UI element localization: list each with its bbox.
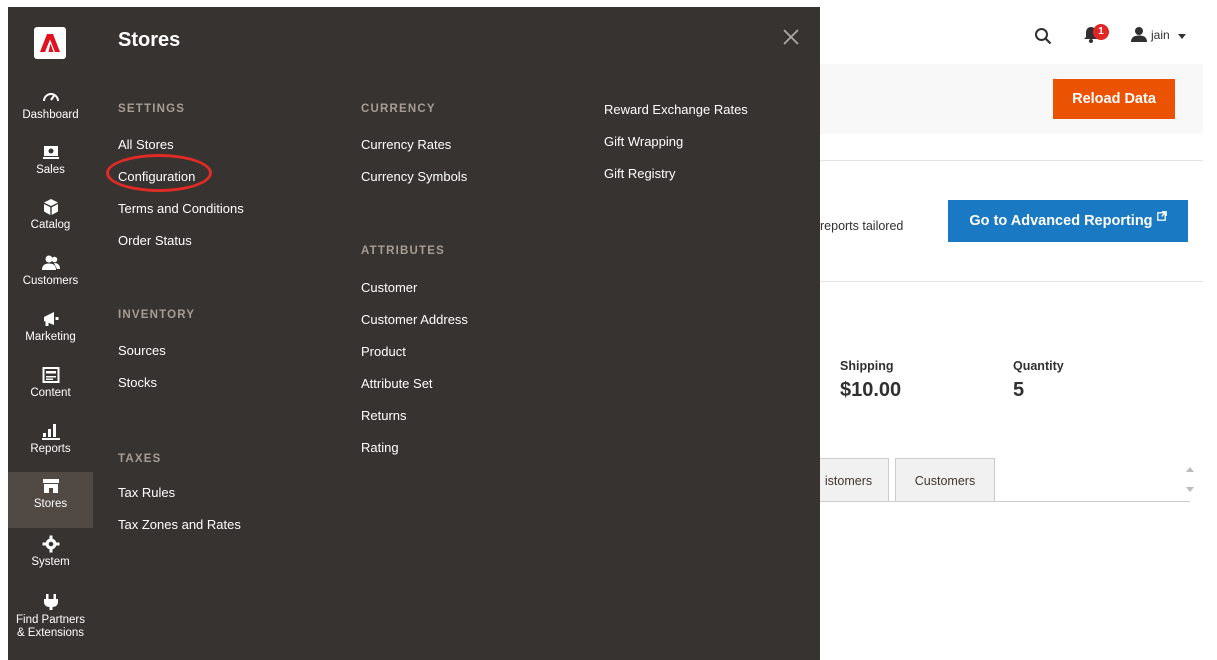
nav-item-customers[interactable]: Customers: [8, 252, 93, 306]
menu-item-product[interactable]: Product: [361, 344, 406, 359]
content-icon: [42, 367, 59, 383]
menu-item-returns[interactable]: Returns: [361, 408, 407, 423]
nav-label: Reports: [30, 443, 71, 455]
admin-window: 1 jain Reload Data reports tailored Go t…: [8, 7, 1203, 660]
nav-item-system[interactable]: System: [8, 533, 93, 587]
nav-item-reports[interactable]: Reports: [8, 420, 93, 474]
scroll-up-icon[interactable]: [1186, 467, 1194, 472]
advanced-reporting-button[interactable]: Go to Advanced Reporting: [948, 200, 1188, 242]
menu-item-stocks[interactable]: Stocks: [118, 375, 157, 390]
menu-item-currency-rates[interactable]: Currency Rates: [361, 137, 451, 152]
menu-item-reward-exchange-rates[interactable]: Reward Exchange Rates: [604, 102, 748, 117]
tabs-divider: [820, 501, 1190, 502]
stores-icon: [42, 479, 59, 493]
adobe-logo[interactable]: [34, 27, 66, 59]
search-icon[interactable]: [1034, 27, 1052, 45]
reports-icon: [41, 424, 60, 440]
chevron-down-icon[interactable]: [1178, 34, 1186, 39]
divider: [820, 281, 1203, 282]
nav-label: Customers: [22, 275, 79, 287]
menu-item-currency-symbols[interactable]: Currency Symbols: [361, 169, 467, 184]
customers-icon: [41, 255, 60, 270]
external-link-icon: [1156, 211, 1167, 221]
nav-label: Content: [30, 387, 71, 399]
tab-customers-partial[interactable]: istomers: [808, 458, 889, 502]
reload-data-button[interactable]: Reload Data: [1053, 79, 1175, 119]
tab-customers[interactable]: Customers: [895, 458, 995, 502]
shipping-label: Shipping: [840, 359, 894, 373]
menu-item-rating[interactable]: Rating: [361, 440, 399, 455]
sales-icon: [42, 146, 59, 159]
quantity-label: Quantity: [1013, 359, 1064, 373]
nav-label: System: [31, 556, 70, 568]
user-icon[interactable]: [1131, 26, 1147, 42]
nav-item-partners[interactable]: Find Partners & Extensions: [8, 591, 93, 657]
panel-title: Stores: [118, 29, 181, 51]
menu-item-attribute-set[interactable]: Attribute Set: [361, 376, 433, 391]
user-name[interactable]: jain: [1151, 28, 1170, 42]
shipping-value: $10.00: [840, 379, 902, 401]
section-title-settings: SETTINGS: [118, 103, 186, 115]
menu-item-order-status[interactable]: Order Status: [118, 233, 192, 248]
dashboard-icon: [42, 93, 59, 102]
nav-label: Dashboard: [22, 109, 79, 121]
menu-item-customer-address[interactable]: Customer Address: [361, 312, 468, 327]
advanced-reporting-text: reports tailored: [820, 219, 904, 233]
menu-item-tax-rules[interactable]: Tax Rules: [118, 485, 175, 500]
menu-item-sources[interactable]: Sources: [118, 343, 166, 358]
nav-item-dashboard[interactable]: Dashboard: [8, 86, 93, 140]
menu-item-tax-zones-and-rates[interactable]: Tax Zones and Rates: [118, 517, 241, 532]
menu-item-terms-and-conditions[interactable]: Terms and Conditions: [118, 201, 244, 216]
menu-item-gift-wrapping[interactable]: Gift Wrapping: [604, 134, 683, 149]
divider: [820, 160, 1203, 161]
section-title-inventory: INVENTORY: [118, 309, 196, 321]
nav-label: Catalog: [30, 219, 71, 231]
stores-menu-panel: Stores SETTINGS All Stores Configuration…: [93, 7, 820, 660]
highlight-circle: [106, 154, 212, 192]
nav-item-content[interactable]: Content: [8, 364, 93, 418]
scroll-down-icon[interactable]: [1186, 487, 1194, 492]
nav-label: Find Partners & Extensions: [15, 614, 86, 639]
section-title-currency: CURRENCY: [361, 103, 436, 115]
section-title-taxes: TAXES: [118, 453, 162, 465]
advanced-reporting-label: Go to Advanced Reporting: [969, 213, 1153, 229]
close-icon[interactable]: [781, 27, 801, 47]
nav-item-stores[interactable]: Stores: [8, 472, 93, 528]
partners-icon: [43, 594, 58, 610]
logo-icon: [40, 34, 60, 52]
nav-item-marketing[interactable]: Marketing: [8, 308, 93, 362]
nav-label: Sales: [36, 164, 65, 176]
notification-badge: 1: [1093, 24, 1109, 40]
menu-item-gift-registry[interactable]: Gift Registry: [604, 166, 676, 181]
catalog-icon: [43, 199, 58, 215]
quantity-value: 5: [1013, 379, 1025, 401]
section-title-attributes: ATTRIBUTES: [361, 245, 445, 257]
menu-item-all-stores[interactable]: All Stores: [118, 137, 174, 152]
admin-sidebar: Dashboard Sales Catalog Customers Market…: [8, 7, 93, 660]
nav-item-sales[interactable]: Sales: [8, 141, 93, 195]
menu-item-customer[interactable]: Customer: [361, 280, 417, 295]
system-icon: [42, 535, 59, 553]
nav-label: Marketing: [25, 331, 76, 343]
nav-item-catalog[interactable]: Catalog: [8, 196, 93, 250]
marketing-icon: [43, 312, 58, 326]
nav-label: Stores: [33, 498, 68, 510]
